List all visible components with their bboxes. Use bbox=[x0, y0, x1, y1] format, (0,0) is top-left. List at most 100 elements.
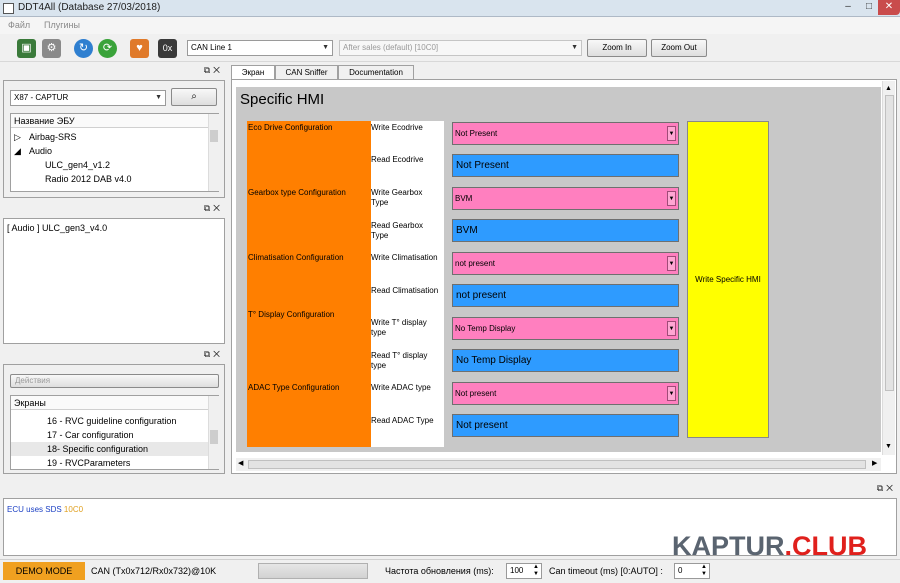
write-ecodrive-select[interactable]: Not Present ▼ bbox=[452, 122, 679, 145]
label-read-climatisation: Read Climatisation bbox=[371, 286, 439, 295]
watermark-logo: KAPTUR.CLUB bbox=[672, 531, 867, 561]
dock-float-close-icon[interactable]: ⧉✕ bbox=[877, 483, 896, 494]
spin-arrows-icon[interactable]: ▲ ▼ bbox=[533, 564, 539, 578]
refresh-rate-label: Частота обновления (ms): bbox=[385, 566, 494, 576]
write-temp-display-select[interactable]: No Temp Display ▼ bbox=[452, 317, 679, 340]
tree-item-radio-dab[interactable]: Radio 2012 DAB v4.0 bbox=[45, 174, 132, 184]
chevron-down-icon[interactable]: ▼ bbox=[885, 443, 892, 450]
monitor-icon[interactable]: ▣ bbox=[17, 39, 36, 58]
spin-arrows-icon[interactable]: ▲ ▼ bbox=[701, 564, 707, 578]
ecu-tree-header: Название ЭБУ bbox=[11, 114, 208, 128]
can-line-select[interactable]: CAN Line 1 ▼ bbox=[187, 40, 333, 56]
horizontal-scrollbar[interactable]: ◀ ▶ bbox=[236, 458, 881, 471]
selected-ecu-label: [ Audio ] ULC_gen3_v4.0 bbox=[7, 223, 108, 233]
menu-plugins[interactable]: Плугины bbox=[44, 20, 80, 30]
actions-button[interactable]: Действия bbox=[10, 374, 219, 388]
refresh-rate-spinbox[interactable]: 100 ▲ ▼ bbox=[506, 563, 542, 579]
ecu-dock-header: ⧉✕ bbox=[0, 64, 227, 78]
label-read-ecodrive: Read Ecodrive bbox=[371, 155, 424, 164]
scan-search-button[interactable]: ⌕ bbox=[171, 88, 217, 106]
can-status: CAN (Tx0x712/Rx0x732)@10K bbox=[91, 566, 217, 576]
tab-can-sniffer[interactable]: CAN Sniffer bbox=[275, 65, 338, 79]
label-read-temp-display: Read T° display type bbox=[371, 351, 428, 370]
tab-screen[interactable]: Экран bbox=[231, 65, 275, 80]
refresh-icon[interactable]: ↻ bbox=[74, 39, 93, 58]
dock-float-close-icon[interactable]: ⧉✕ bbox=[204, 349, 223, 360]
chevron-down-icon: ▼ bbox=[322, 44, 329, 51]
read-adac-value: Not present bbox=[452, 414, 679, 437]
scrollbar[interactable] bbox=[208, 396, 219, 469]
menu-bar: Файл Плугины bbox=[0, 17, 900, 34]
ecu-panel: X87 - CAPTUR ▼ ⌕ Название ЭБУ ▷ Airbag-SR… bbox=[3, 80, 225, 198]
hex-mode-button[interactable]: 0x bbox=[158, 39, 177, 58]
dock-float-close-icon[interactable]: ⧉✕ bbox=[204, 203, 223, 214]
heartbeat-icon[interactable]: ♥ bbox=[130, 39, 149, 58]
chevron-down-icon: ▼ bbox=[571, 44, 578, 51]
app-icon bbox=[3, 3, 14, 14]
screens-list-header: Экраны bbox=[11, 396, 208, 410]
screen-item-18-selected[interactable]: 18- Specific configuration bbox=[47, 444, 148, 454]
demo-mode-badge: DEMO MODE bbox=[3, 562, 85, 580]
screen-item-17[interactable]: 17 - Car configuration bbox=[47, 430, 134, 440]
tree-item-ulc-gen4[interactable]: ULC_gen4_v1.2 bbox=[45, 160, 110, 170]
chevron-down-icon: ▼ bbox=[667, 386, 676, 401]
label-write-ecodrive: Write Ecodrive bbox=[371, 123, 423, 132]
car-scan-icon[interactable]: ⚙ bbox=[42, 39, 61, 58]
read-ecodrive-value: Not Present bbox=[452, 154, 679, 177]
expand-icon[interactable]: ▷ bbox=[14, 132, 21, 143]
screens-list: Экраны 16 - RVC guideline configuration … bbox=[10, 395, 219, 470]
scrollbar-thumb[interactable] bbox=[210, 430, 218, 444]
progress-bar bbox=[258, 563, 368, 579]
maximize-button[interactable]: □ bbox=[860, 0, 878, 15]
write-climatisation-select[interactable]: not present ▼ bbox=[452, 252, 679, 275]
scrollbar-thumb[interactable] bbox=[210, 130, 218, 142]
menu-file[interactable]: Файл bbox=[8, 20, 30, 30]
screen-view: Specific HMI Eco Drive Configuration Gea… bbox=[231, 79, 897, 474]
minimize-button[interactable]: – bbox=[836, 0, 860, 15]
chevron-down-icon: ▼ bbox=[667, 191, 676, 206]
screen-item-19[interactable]: 19 - RVCParameters bbox=[47, 458, 130, 468]
tree-item-airbag[interactable]: Airbag-SRS bbox=[29, 132, 77, 142]
read-climatisation-value: not present bbox=[452, 284, 679, 307]
ecu-tree: Название ЭБУ ▷ Airbag-SRS ◢ Audio ULC_ge… bbox=[10, 113, 219, 192]
close-button[interactable]: ✕ bbox=[878, 0, 900, 15]
session-select[interactable]: After sales (default) [10C0] ▼ bbox=[339, 40, 582, 56]
scrollbar-thumb[interactable] bbox=[885, 95, 894, 391]
selected-dock-header: ⧉✕ bbox=[0, 202, 227, 216]
group-gearbox: Gearbox type Configuration bbox=[248, 188, 346, 197]
label-read-adac: Read ADAC Type bbox=[371, 416, 434, 425]
log-text: ECU uses SDS bbox=[7, 505, 62, 514]
title-bar: DDT4All (Database 27/03/2018) – □ ✕ bbox=[0, 0, 900, 17]
dock-float-close-icon[interactable]: ⧉✕ bbox=[204, 65, 223, 76]
label-read-gearbox: Read Gearbox Type bbox=[371, 221, 424, 240]
chevron-down-icon: ▼ bbox=[155, 94, 162, 101]
label-write-adac: Write ADAC type bbox=[371, 383, 431, 392]
can-timeout-spinbox[interactable]: 0 ▲ ▼ bbox=[674, 563, 710, 579]
write-adac-select[interactable]: Not present ▼ bbox=[452, 382, 679, 405]
chevron-down-icon: ▼ bbox=[667, 126, 676, 141]
collapse-icon[interactable]: ◢ bbox=[14, 146, 21, 157]
chevron-up-icon[interactable]: ▲ bbox=[885, 85, 892, 92]
chevron-left-icon[interactable]: ◀ bbox=[238, 459, 243, 467]
chevron-down-icon: ▼ bbox=[667, 321, 676, 336]
label-column bbox=[371, 121, 444, 447]
vehicle-select[interactable]: X87 - CAPTUR ▼ bbox=[10, 90, 166, 106]
label-write-temp-display: Write T° display type bbox=[371, 318, 427, 337]
vertical-scrollbar[interactable]: ▲ ▼ bbox=[882, 81, 895, 455]
zoom-out-button[interactable]: Zoom Out bbox=[651, 39, 707, 57]
reload-icon[interactable]: ⟳ bbox=[98, 39, 117, 58]
write-gearbox-select[interactable]: BVM ▼ bbox=[452, 187, 679, 210]
scrollbar-thumb[interactable] bbox=[248, 460, 866, 469]
screen-title: Specific HMI bbox=[240, 91, 325, 108]
tab-documentation[interactable]: Documentation bbox=[338, 65, 414, 79]
chevron-right-icon[interactable]: ▶ bbox=[872, 459, 877, 467]
zoom-in-button[interactable]: Zoom In bbox=[587, 39, 647, 57]
log-dock-header: ⧉✕ bbox=[0, 482, 900, 496]
group-adac: ADAC Type Configuration bbox=[248, 383, 340, 392]
screen-canvas: Specific HMI Eco Drive Configuration Gea… bbox=[236, 87, 881, 452]
scrollbar[interactable] bbox=[208, 114, 219, 191]
screen-item-16[interactable]: 16 - RVC guideline configuration bbox=[47, 416, 176, 426]
write-specific-hmi-button[interactable]: Write Specific HMI bbox=[687, 121, 769, 438]
label-write-climatisation: Write Climatisation bbox=[371, 253, 438, 262]
tree-item-audio[interactable]: Audio bbox=[29, 146, 52, 156]
